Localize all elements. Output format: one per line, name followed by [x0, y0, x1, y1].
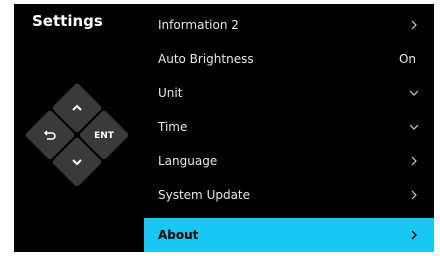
menu-item-value: On — [398, 52, 416, 66]
menu-item-label: About — [158, 228, 199, 242]
menu-item-unit[interactable]: Unit — [144, 76, 434, 110]
menu-item-information-2[interactable]: Information 2 — [144, 8, 434, 42]
menu-item-label: System Update — [158, 188, 251, 202]
menu-item-language[interactable]: Language — [144, 144, 434, 178]
menu-item-label: Language — [158, 154, 218, 168]
chevron-right-icon — [411, 230, 417, 240]
menu-item-label: Time — [158, 120, 188, 134]
menu-item-label: Unit — [158, 86, 183, 100]
enter-label: ENT — [94, 131, 114, 141]
page-title: Settings — [32, 12, 103, 30]
chevron-right-icon — [411, 20, 417, 30]
chevron-down-icon — [409, 90, 419, 96]
menu-item-label: Information 2 — [158, 18, 239, 32]
chevron-down-icon — [65, 152, 89, 172]
chevron-up-icon — [65, 98, 89, 118]
chevron-right-icon — [411, 190, 417, 200]
chevron-right-icon — [411, 156, 417, 166]
menu-item-about[interactable]: About — [144, 218, 434, 252]
settings-panel: Settings ENT Information 2 Auto Brightne… — [14, 4, 434, 252]
menu-item-time[interactable]: Time — [144, 110, 434, 144]
menu-item-label: Auto Brightness — [158, 52, 254, 66]
chevron-down-icon — [409, 124, 419, 130]
back-arrow-icon — [38, 125, 62, 145]
menu-item-system-update[interactable]: System Update — [144, 178, 434, 212]
menu-item-auto-brightness[interactable]: Auto Brightness On — [144, 42, 434, 76]
